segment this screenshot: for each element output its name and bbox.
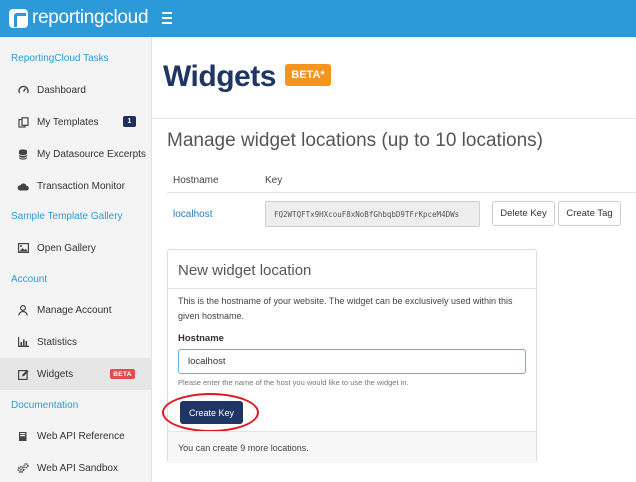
menu-toggle-icon[interactable] [162,12,172,24]
sidebar-item-web-api-reference[interactable]: Web API Reference [0,420,151,452]
sidebar-item-label: Dashboard [37,84,86,96]
sidebar-section-tasks: ReportingCloud Tasks [11,53,109,64]
hostname-input[interactable] [178,349,526,374]
hostname-field-label: Hostname [178,333,224,344]
panel-title-divider [168,288,536,289]
dashboard-icon [17,84,29,96]
sidebar: ReportingCloud Tasks Dashboard My Templa… [0,37,152,482]
sidebar-item-manage-account[interactable]: Manage Account [0,294,151,326]
book-icon [17,430,29,442]
panel-title: New widget location [178,262,312,279]
sidebar-section-account: Account [11,274,48,285]
logo-text: reportingcloud [32,7,149,28]
sidebar-item-open-gallery[interactable]: Open Gallery [0,232,151,264]
widget-key-field[interactable]: FQ2WTQFTx9HXcouF8xNoBfGhbqbD9TFrKpceM4DW… [265,201,480,227]
sidebar-item-datasource-excerpts[interactable]: My Datasource Excerpts [0,138,151,170]
cloud-icon [17,180,29,192]
hostname-help-text: Please enter the name of the host you wo… [178,378,409,387]
sidebar-item-transaction-monitor[interactable]: Transaction Monitor [0,170,151,202]
create-tag-button[interactable]: Create Tag [558,201,621,226]
sidebar-item-label: My Templates [37,116,99,128]
logo-mark-icon [9,8,28,28]
top-bar: reportingcloud [0,0,636,37]
image-icon [17,242,29,254]
delete-key-button[interactable]: Delete Key [492,201,555,226]
gears-icon [17,462,29,474]
database-icon [17,148,29,160]
sidebar-item-widgets[interactable]: Widgets BETA [0,358,151,390]
column-header-hostname: Hostname [173,175,219,186]
sidebar-item-web-api-sandbox[interactable]: Web API Sandbox [0,452,151,482]
user-icon [17,304,29,316]
page-title: Widgets [163,60,276,93]
sidebar-item-label: Web API Reference [37,430,125,442]
sidebar-item-label: Widgets [37,368,74,380]
title-divider [152,118,636,119]
sidebar-section-documentation: Documentation [11,400,79,411]
sidebar-item-label: Transaction Monitor [37,180,125,192]
sidebar-item-label: Web API Sandbox [37,462,118,474]
new-widget-location-panel: New widget location This is the hostname… [162,249,537,463]
column-header-key: Key [265,175,283,186]
edit-icon [17,368,29,380]
sidebar-section-gallery: Sample Template Gallery [11,211,123,222]
section-title: Manage widget locations (up to 10 locati… [167,130,544,151]
panel-description: This is the hostname of your website. Th… [178,296,513,321]
remaining-locations-note: You can create 9 more locations. [168,431,536,463]
sidebar-item-label: My Datasource Excerpts [37,148,146,160]
create-key-button[interactable]: Create Key [180,401,243,424]
sidebar-item-my-templates[interactable]: My Templates 1 [0,106,151,138]
title-beta-badge: BETA* [285,64,331,86]
sidebar-item-dashboard[interactable]: Dashboard [0,74,151,106]
logo[interactable]: reportingcloud [9,7,149,29]
beta-badge: BETA [110,369,135,379]
sidebar-item-label: Manage Account [37,304,112,316]
templates-icon [17,116,29,128]
templates-count-badge: 1 [123,116,136,127]
bar-chart-icon [17,336,29,348]
sidebar-item-label: Statistics [37,336,78,348]
hostname-link[interactable]: localhost [173,209,212,220]
table-header-divider [167,192,636,193]
sidebar-item-statistics[interactable]: Statistics [0,326,151,358]
sidebar-item-label: Open Gallery [37,242,96,254]
